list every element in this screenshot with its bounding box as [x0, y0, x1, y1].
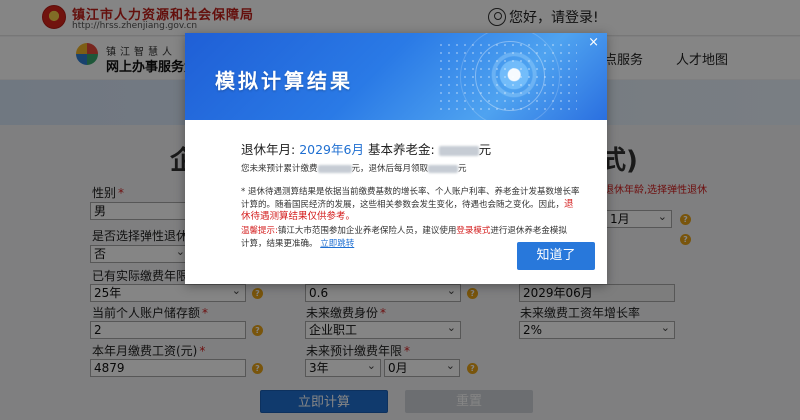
calc-note: * 退休待遇测算结果是依据当前缴费基数的增长率、个人账户利率、养老金计发基数增长… [241, 187, 580, 222]
header-ring-outer [460, 33, 560, 127]
tip-label: 温馨提示: [241, 226, 278, 236]
modal-title: 模拟计算结果 [215, 69, 353, 93]
pension-label: 基本养老金: [367, 142, 435, 157]
login-mode-link[interactable]: 登录模式 [456, 226, 490, 236]
ok-button[interactable]: 知道了 [517, 242, 595, 270]
summary-line: 您未来预计累计缴费 元，退休后每月领取元 [241, 164, 467, 174]
result-line: 退休年月: 2029年6月 基本养老金: 元 [241, 139, 491, 158]
modal-header: 模拟计算结果 × [185, 33, 607, 127]
pension-value-masked [438, 145, 479, 156]
jump-now-link[interactable]: 立即跳转 [320, 239, 354, 249]
result-modal: 模拟计算结果 × 退休年月: 2029年6月 基本养老金: 元 您未来预计累计缴… [185, 33, 607, 284]
total-paid-masked [317, 164, 352, 173]
retire-value: 2029年6月 [299, 142, 364, 157]
pension-unit: 元 [478, 142, 492, 157]
close-icon[interactable]: × [588, 36, 599, 50]
retire-label: 退休年月: [241, 142, 296, 157]
monthly-pension-masked [428, 164, 459, 173]
